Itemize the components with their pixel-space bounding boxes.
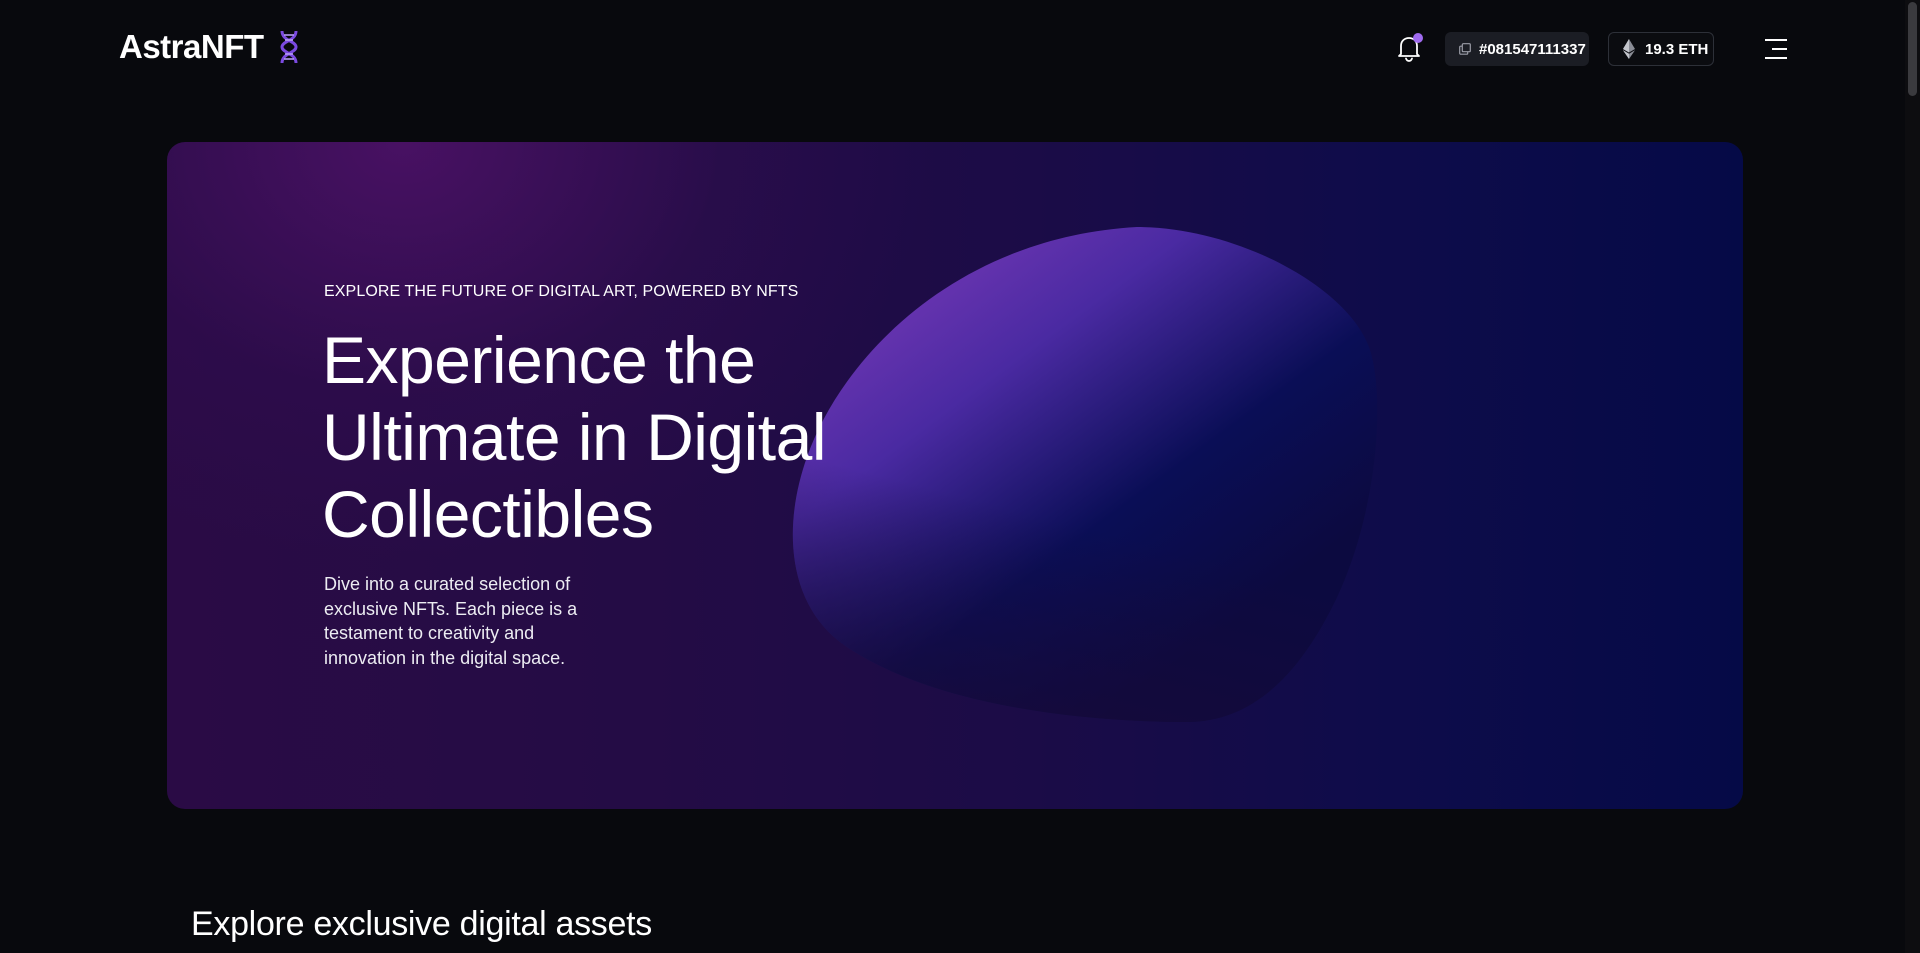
page: AstraNFT #081547111337 19.3 ETH EXPLORE … (0, 0, 1920, 953)
hero-title: Experience the Ultimate in Digital Colle… (322, 322, 962, 553)
notifications-button[interactable] (1396, 33, 1423, 62)
eth-balance: 19.3 ETH (1645, 40, 1709, 58)
scrollbar-thumb[interactable] (1908, 2, 1917, 96)
menu-button[interactable] (1764, 38, 1788, 60)
ethereum-icon (1623, 39, 1635, 59)
section-title: Explore exclusive digital assets (191, 905, 652, 943)
hero-title-line: Ultimate in Digital (322, 400, 827, 474)
dna-icon (280, 30, 298, 64)
logo-link[interactable]: AstraNFT (119, 28, 300, 66)
hero-title-line: Experience the (322, 323, 756, 397)
copy-icon[interactable] (1459, 43, 1471, 55)
menu-icon (1765, 39, 1787, 59)
notification-badge (1413, 33, 1423, 43)
wallet-address: #081547111337 (1479, 40, 1586, 58)
eth-balance-chip[interactable]: 19.3 ETH (1608, 32, 1714, 66)
hero-description: Dive into a curated selection of exclusi… (324, 574, 578, 668)
hero-eyebrow: EXPLORE THE FUTURE OF DIGITAL ART, POWER… (324, 283, 799, 300)
hero-banner: EXPLORE THE FUTURE OF DIGITAL ART, POWER… (167, 142, 1743, 809)
site-header: AstraNFT #081547111337 19.3 ETH (0, 0, 1905, 98)
brand-name: AstraNFT (119, 28, 264, 65)
page-scrollbar[interactable] (1905, 0, 1920, 953)
wallet-address-chip[interactable]: #081547111337 (1445, 32, 1589, 66)
hero-title-line: Collectibles (322, 477, 654, 551)
